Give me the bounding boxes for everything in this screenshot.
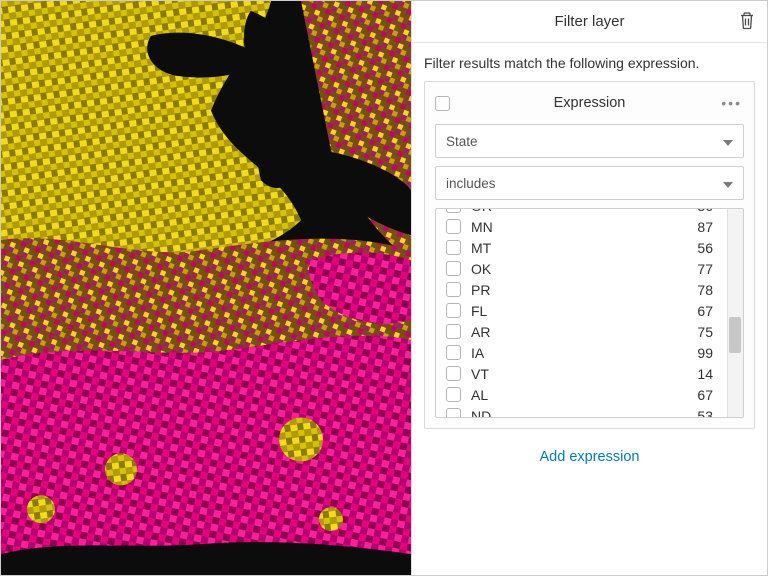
option-code: VT [471, 366, 489, 382]
panel-title: Filter layer [554, 13, 624, 30]
option-code: IA [471, 345, 484, 361]
option-count: 56 [697, 240, 717, 256]
option-code: PR [471, 282, 490, 298]
add-expression-button[interactable]: Add expression [412, 429, 767, 485]
option-checkbox[interactable] [446, 387, 461, 402]
expression-toggle-checkbox[interactable] [435, 96, 450, 111]
scrollbar-track[interactable] [727, 209, 743, 417]
option-count: 77 [697, 261, 717, 277]
expression-label: Expression [435, 95, 744, 111]
option-checkbox[interactable] [446, 282, 461, 297]
map-svg [1, 1, 411, 575]
list-item[interactable]: FL 67 [436, 300, 727, 321]
option-checkbox[interactable] [446, 219, 461, 234]
option-code: MN [471, 219, 493, 235]
expression-card: Expression ••• State includes OR3 [424, 81, 755, 429]
trash-icon[interactable] [739, 11, 755, 32]
option-code: OR [471, 208, 492, 214]
list-item[interactable]: IA 99 [436, 342, 727, 363]
option-code: OK [471, 261, 491, 277]
values-list[interactable]: OR 36 MN 87 MT 56 OK 77 PR 78 FL 67 AR 75 IA 99 VT 14 AL 67… [435, 208, 744, 418]
option-checkbox[interactable] [446, 303, 461, 318]
expression-header: Expression ••• [435, 92, 744, 114]
list-item[interactable]: MN 87 [436, 216, 727, 237]
list-item[interactable]: AL 67 [436, 384, 727, 405]
list-item[interactable]: PR 78 [436, 279, 727, 300]
option-count: 75 [697, 324, 717, 340]
option-checkbox[interactable] [446, 261, 461, 276]
option-checkbox[interactable] [446, 324, 461, 339]
option-checkbox[interactable] [446, 408, 461, 418]
option-code: AL [471, 387, 488, 403]
option-count: 36 [697, 208, 717, 214]
operator-select-value: includes [446, 176, 496, 191]
option-count: 78 [697, 282, 717, 298]
chevron-down-icon [723, 134, 733, 149]
app-root: Filter layer Filter results match the fo… [0, 0, 768, 576]
field-select-value: State [446, 134, 478, 149]
operator-select[interactable]: includes [435, 166, 744, 200]
option-count: 67 [697, 387, 717, 403]
option-code: AR [471, 324, 490, 340]
option-code: MT [471, 240, 491, 256]
list-item[interactable]: OK 77 [436, 258, 727, 279]
list-item[interactable]: ND 53 [436, 405, 727, 418]
option-checkbox[interactable] [446, 240, 461, 255]
chevron-down-icon [723, 176, 733, 191]
option-count: 99 [697, 345, 717, 361]
list-item[interactable]: MT 56 [436, 237, 727, 258]
list-item[interactable]: OR 36 [436, 208, 727, 216]
option-code: ND [471, 408, 491, 419]
panel-header: Filter layer [412, 1, 767, 43]
filter-subtext: Filter results match the following expre… [412, 43, 767, 81]
option-checkbox[interactable] [446, 345, 461, 360]
expression-card-wrap: Expression ••• State includes OR3 [412, 81, 767, 429]
option-code: FL [471, 303, 487, 319]
list-item[interactable]: AR 75 [436, 321, 727, 342]
option-count: 14 [697, 366, 717, 382]
field-select[interactable]: State [435, 124, 744, 158]
option-count: 87 [697, 219, 717, 235]
option-checkbox[interactable] [446, 208, 461, 213]
filter-panel: Filter layer Filter results match the fo… [411, 1, 767, 575]
option-count: 53 [697, 408, 717, 419]
map-view[interactable] [1, 1, 411, 575]
option-checkbox[interactable] [446, 366, 461, 381]
scrollbar-thumb[interactable] [729, 317, 741, 353]
list-item[interactable]: VT 14 [436, 363, 727, 384]
option-count: 67 [697, 303, 717, 319]
